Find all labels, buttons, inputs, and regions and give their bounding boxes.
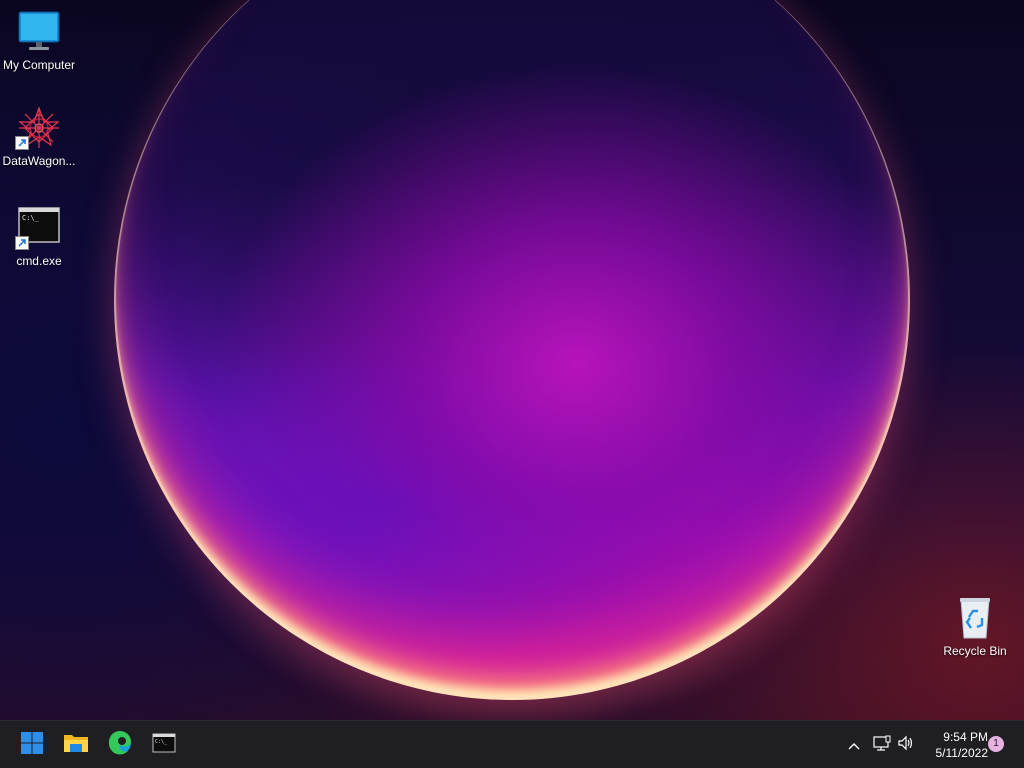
desktop-icon-label: Recycle Bin [943,644,1007,658]
taskbar-clock[interactable]: 9:54 PM 5/11/2022 [916,729,989,761]
shortcut-arrow-icon [15,236,29,250]
datawagon-icon [15,106,63,150]
desktop-icon-recycle-bin[interactable]: Recycle Bin [936,596,1014,658]
desktop-icon-label: My Computer [2,58,76,72]
edge-browser-icon [107,730,133,760]
notification-badge[interactable]: 1 [988,736,1004,752]
start-button[interactable] [16,729,48,761]
desktop-icon-label: DataWagon... [2,154,76,168]
clock-time: 9:54 PM [943,730,988,744]
desktop-icon-label: cmd.exe [16,254,62,268]
network-button[interactable] [872,735,892,755]
desktop-icon-my-computer[interactable]: My Computer [0,10,78,72]
shortcut-arrow-icon [15,136,29,150]
desktop-wallpaper: My Computer DataWagon... C:\_ cmd.exe Re… [0,0,1024,720]
file-explorer-button[interactable] [60,729,92,761]
chevron-up-icon [847,736,861,755]
file-explorer-icon [63,731,89,759]
terminal-icon: C:\_ [15,206,63,250]
clock-date: 5/11/2022 [935,746,989,760]
monitor-icon [15,10,63,54]
recycle-bin-icon [951,596,999,640]
edge-browser-button[interactable] [104,729,136,761]
desktop-icon-cmd[interactable]: C:\_ cmd.exe [0,206,78,268]
windows-start-icon [20,731,44,759]
volume-icon [897,735,915,755]
desktop-icon-datawagon[interactable]: DataWagon... [0,106,78,168]
taskbar: C:\_ 9:54 PM 5/11/2022 [0,720,1024,768]
volume-button[interactable] [896,735,916,755]
svg-text:C:\_: C:\_ [22,214,40,222]
terminal-taskbar-button[interactable]: C:\_ [148,729,180,761]
network-icon [873,735,891,755]
terminal-icon: C:\_ [152,732,176,758]
show-hidden-icons-button[interactable] [844,735,864,755]
svg-text:C:\_: C:\_ [155,739,168,745]
